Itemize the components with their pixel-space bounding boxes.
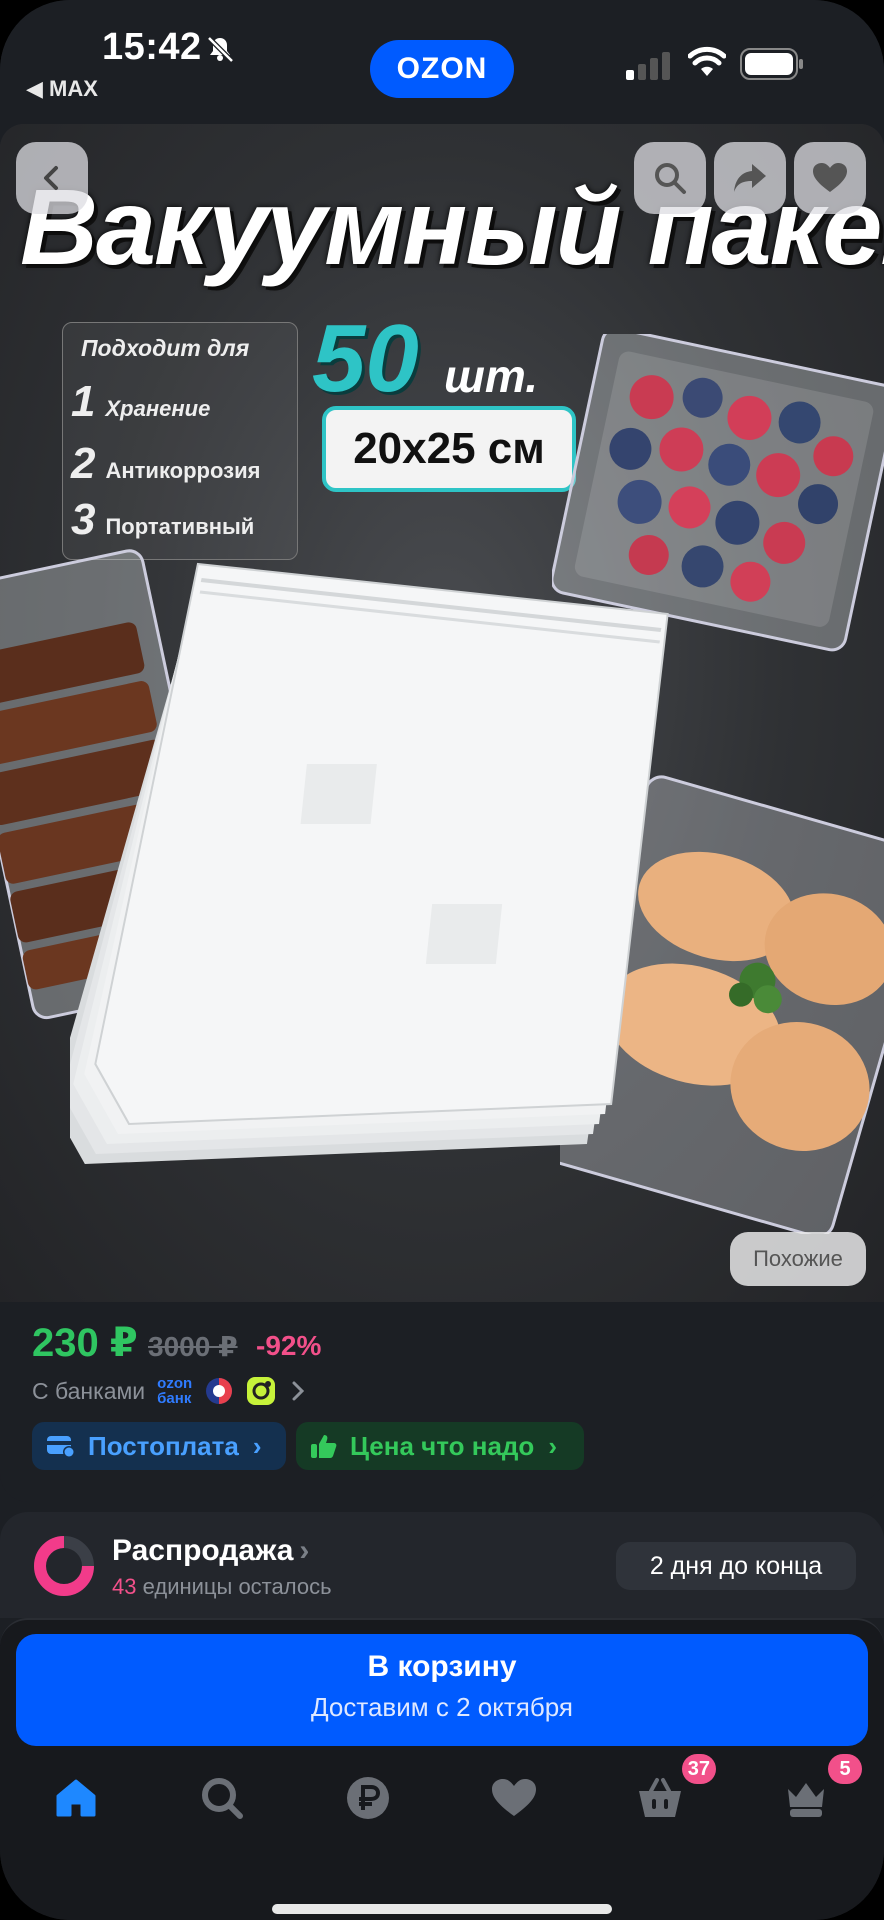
cellular-signal-icon: [626, 52, 670, 80]
wifi-icon: [688, 46, 726, 76]
thumbs-up-icon: [311, 1435, 337, 1458]
use-item: 1 Хранение: [71, 377, 211, 426]
sale-banner[interactable]: Распродажа › 43 единицы осталось 2 дня до…: [0, 1512, 884, 1618]
favorite-button[interactable]: [794, 142, 866, 214]
postpay-label: Постоплата: [88, 1430, 239, 1461]
tab-payments[interactable]: [338, 1768, 398, 1828]
search-button[interactable]: [634, 142, 706, 214]
chevron-left-icon: [44, 166, 58, 190]
price-section: 230 ₽ 3000 ₽ -92% С банками ozon банк По…: [0, 1302, 884, 1502]
heart-icon: [492, 1779, 536, 1816]
banks-label: С банками: [32, 1377, 146, 1404]
chevron-right-icon: ›: [252, 1430, 262, 1461]
clock: 15:42: [102, 26, 202, 68]
ozon-logo: OZON: [370, 40, 514, 98]
share-button[interactable]: [714, 142, 786, 214]
search-icon: [655, 163, 686, 194]
back-button[interactable]: [16, 142, 88, 214]
size-label: 20x25 см: [322, 406, 576, 492]
profile-count-badge: 5: [828, 1754, 862, 1784]
battery-icon: [740, 48, 803, 80]
profile-icon: [788, 1783, 824, 1817]
bottom-tab-bar: 37 5: [0, 1754, 884, 1868]
home-indicator: [272, 1904, 612, 1914]
similar-products-button[interactable]: Похожие: [730, 1232, 866, 1286]
quantity-number: 50: [312, 305, 419, 412]
good-price-label: Цена что надо: [350, 1430, 535, 1461]
delivery-date-text: Доставим с 2 октября: [310, 1692, 574, 1722]
heart-icon: [813, 163, 847, 192]
bank-logo-icon: [247, 1377, 276, 1405]
add-to-cart-button[interactable]: В корзину Доставим с 2 октября: [16, 1634, 868, 1746]
uses-heading: Подходит для: [81, 335, 250, 361]
current-price: 230 ₽: [32, 1321, 138, 1365]
phone-screen: 15:42 ◀ MAX OZON Вакуумный пакет Подходи…: [0, 0, 884, 1920]
cart-count-badge: 37: [681, 1754, 716, 1784]
chevron-right-icon: ›: [548, 1430, 557, 1461]
basket-icon: [639, 1778, 681, 1817]
tab-profile[interactable]: 5: [776, 1754, 862, 1828]
share-icon: [734, 164, 766, 192]
sale-progress-ring: [34, 1536, 94, 1596]
tab-cart[interactable]: 37: [630, 1754, 716, 1828]
chevron-right-icon: [292, 1381, 305, 1401]
units-left-text: 43 единицы осталось: [112, 1574, 332, 1599]
ruble-icon: [347, 1777, 389, 1819]
home-icon: [56, 1779, 96, 1817]
bank-logo-icon: [206, 1378, 233, 1404]
tab-home[interactable]: [46, 1768, 106, 1828]
tab-search[interactable]: [192, 1768, 252, 1828]
add-to-cart-label: В корзину: [367, 1650, 517, 1683]
discount-badge: -92%: [256, 1330, 322, 1361]
search-icon: [202, 1778, 243, 1819]
use-item: 2 Антикоррозия: [71, 439, 261, 488]
bell-muted-icon: [207, 36, 234, 63]
tab-favorites[interactable]: [484, 1768, 544, 1828]
chevron-right-icon: ›: [299, 1534, 310, 1567]
sale-deadline-badge: 2 дня до конца: [616, 1542, 856, 1590]
old-price: 3000 ₽: [148, 1331, 238, 1362]
card-clock-icon: [47, 1436, 75, 1458]
ozon-bank-logo: ozon банк: [157, 1375, 193, 1407]
back-to-app-link[interactable]: ◀ MAX: [26, 76, 98, 102]
bottom-panel: В корзину Доставим с 2 октября 37 5: [0, 1618, 884, 1920]
sale-title: Распродажа ›: [112, 1534, 310, 1567]
good-price-chip[interactable]: Цена что надо ›: [296, 1422, 584, 1470]
status-bar: 15:42 ◀ MAX OZON: [0, 0, 884, 120]
postpay-chip[interactable]: Постоплата ›: [32, 1422, 286, 1470]
product-image-gallery[interactable]: Вакуумный пакет Подходит для 1 Хранение 2…: [0, 124, 884, 1302]
bank-offers-row[interactable]: С банками ozon банк: [32, 1376, 308, 1406]
quantity-unit: шт.: [444, 350, 538, 402]
bag-stack-illustration: [70, 562, 669, 1164]
